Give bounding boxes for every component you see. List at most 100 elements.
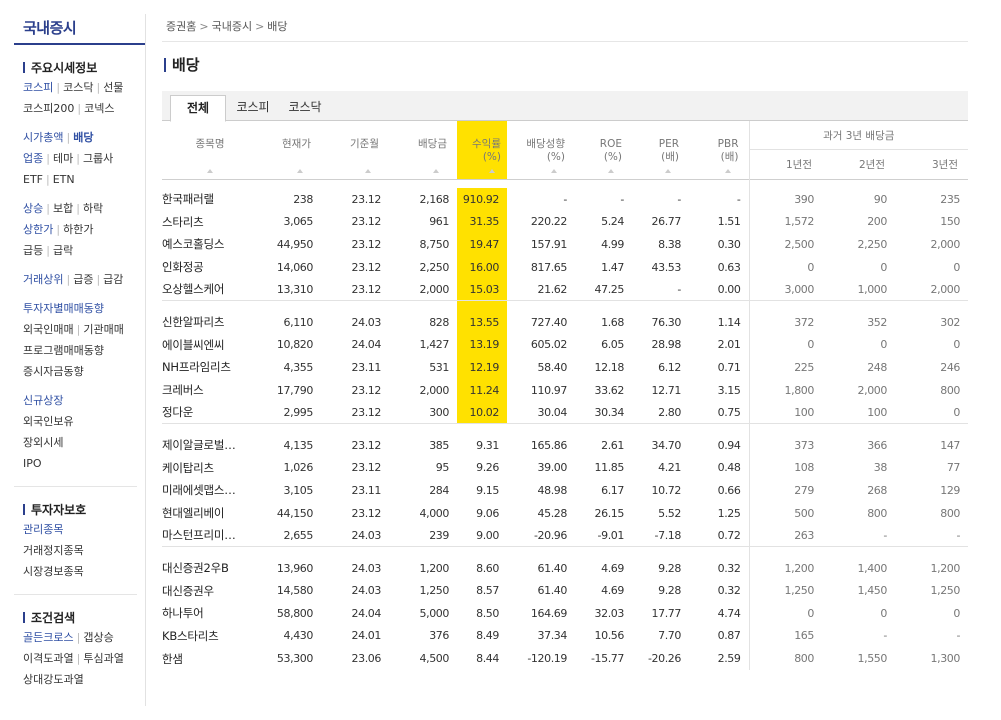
stock-name-link[interactable]: 대신증권2우B: [162, 557, 258, 580]
sidebar-link[interactable]: 증시자금동향: [23, 365, 84, 378]
table-row[interactable]: 인화정공 14,060 23.12 2,250 16.00 817.65 1.47 43.53…: [162, 255, 968, 279]
col-header-base[interactable]: 기준월: [321, 121, 389, 179]
breadcrumb-market[interactable]: 국내증시: [212, 20, 252, 33]
col-header-yield[interactable]: 수익률 (%): [457, 121, 507, 179]
sidebar-link[interactable]: 상승: [23, 202, 43, 215]
tab-kosdaq[interactable]: 코스닥: [280, 95, 330, 121]
table-row[interactable]: 스타리츠 3,065 23.12 961 31.35 220.22 5.24 26.77 1.5…: [162, 210, 968, 234]
tab-all[interactable]: 전체: [170, 95, 226, 122]
stock-name-link[interactable]: 대신증권우: [162, 580, 258, 603]
sidebar-link[interactable]: 테마: [53, 152, 73, 165]
col-header-price[interactable]: 현재가: [258, 121, 321, 179]
sidebar-link[interactable]: 급감: [103, 273, 123, 286]
stock-name-link[interactable]: 예스코홀딩스: [162, 233, 258, 256]
sidebar-link[interactable]: 상대강도과열: [23, 673, 84, 686]
sidebar-link[interactable]: 하한가: [63, 223, 93, 236]
col-header-dividend[interactable]: 배당금: [389, 121, 457, 179]
sidebar-link[interactable]: 코스피200: [23, 102, 74, 115]
sort-arrow-icon[interactable]: [489, 168, 495, 173]
sort-arrow-icon[interactable]: [365, 168, 371, 173]
sort-arrow-icon[interactable]: [297, 168, 303, 173]
col-header-payout[interactable]: 배당성향 (%): [507, 121, 575, 179]
sidebar-link[interactable]: 이격도과열: [23, 652, 74, 665]
sidebar-link[interactable]: 관리종목: [23, 523, 63, 536]
table-row[interactable]: 에이블씨엔씨 10,820 24.04 1,427 13.19 605.02 6.05 28.…: [162, 333, 968, 357]
sidebar-link[interactable]: IPO: [23, 457, 42, 470]
table-row[interactable]: 케이탑리츠 1,026 23.12 95 9.26 39.00 11.85 4.21 0.48 1…: [162, 456, 968, 480]
table-row[interactable]: 예스코홀딩스 44,950 23.12 8,750 19.47 157.91 4.99 8.3…: [162, 233, 968, 256]
sidebar-link[interactable]: 급락: [53, 244, 73, 257]
sidebar-link[interactable]: 장외시세: [23, 436, 63, 449]
table-row[interactable]: KB스타리츠 4,430 24.01 376 8.49 37.34 10.56 7.70 0.8…: [162, 624, 968, 648]
breadcrumb-home[interactable]: 증권홈: [166, 20, 196, 33]
stock-name-link[interactable]: 하나투어: [162, 602, 258, 625]
breadcrumb-dividend[interactable]: 배당: [267, 20, 287, 33]
sidebar-link[interactable]: 상한가: [23, 223, 53, 236]
table-row[interactable]: 한국패러랠 238 23.12 2,168 910.92- - - -390 90 235: [162, 188, 968, 211]
col-header-name[interactable]: 종목명: [162, 121, 258, 179]
sidebar-link[interactable]: 급등: [23, 244, 43, 257]
table-row[interactable]: 마스턴프리미… 2,655 24.03 239 9.00 -20.96 -9.01 -7.18…: [162, 524, 968, 547]
stock-name-link[interactable]: 신한알파리츠: [162, 311, 258, 334]
table-row[interactable]: 크레버스 17,790 23.12 2,000 11.24 110.97 33.62 12.7…: [162, 378, 968, 402]
table-row[interactable]: 대신증권2우B 13,960 24.03 1,200 8.60 61.40 4.69 9.28…: [162, 556, 968, 580]
table-row[interactable]: 제이알글로벌… 4,135 23.12 385 9.31 165.86 2.61 34.70 0…: [162, 433, 968, 457]
stock-name-link[interactable]: 크레버스: [162, 379, 258, 402]
sort-arrow-icon[interactable]: [207, 168, 213, 173]
sidebar-link[interactable]: 외국인보유: [23, 415, 74, 428]
sidebar-link[interactable]: 코넥스: [84, 102, 114, 115]
table-row[interactable]: 오상헬스케어 13,310 23.12 2,000 15.03 21.62 47.25 - 0.…: [162, 278, 968, 301]
sort-arrow-icon[interactable]: [551, 168, 557, 173]
table-row[interactable]: NH프라임리츠 4,355 23.11 531 12.19 58.40 12.18 6.12 0…: [162, 356, 968, 379]
stock-name-link[interactable]: 제이알글로벌…: [162, 434, 258, 457]
sidebar-link[interactable]: 거래정지종목: [23, 544, 84, 557]
sidebar-link[interactable]: 프로그램매매동향: [23, 344, 104, 357]
sidebar-link[interactable]: ETF: [23, 173, 43, 186]
sidebar-link[interactable]: 코스피: [23, 81, 53, 94]
stock-name-link[interactable]: 케이탑리츠: [162, 457, 258, 480]
stock-name-link[interactable]: 정다운: [162, 401, 258, 424]
table-row[interactable]: 현대엘리베이 44,150 23.12 4,000 9.06 45.28 26.15 5.52…: [162, 501, 968, 525]
table-row[interactable]: 미래에셋맵스… 3,105 23.11 284 9.15 48.98 6.17 10.72 0.…: [162, 479, 968, 502]
col-header-per[interactable]: PER (배): [632, 121, 689, 179]
sidebar-link[interactable]: 투심과열: [83, 652, 123, 665]
stock-name-link[interactable]: 에이블씨엔씨: [162, 334, 258, 357]
sidebar-link[interactable]: 투자자별매매동향: [23, 302, 104, 315]
sort-arrow-icon[interactable]: [433, 168, 439, 173]
sidebar-link[interactable]: 코스닥: [63, 81, 93, 94]
stock-name-link[interactable]: 스타리츠: [162, 211, 258, 234]
sort-arrow-icon[interactable]: [665, 168, 671, 173]
sidebar-link[interactable]: 외국인매매: [23, 323, 74, 336]
stock-name-link[interactable]: 마스턴프리미…: [162, 524, 258, 547]
sort-arrow-icon[interactable]: [608, 168, 614, 173]
table-row[interactable]: 정다운 2,995 23.12 300 10.02 30.04 30.34 2.80 0.75 1…: [162, 401, 968, 424]
table-row[interactable]: 한샘 53,300 23.06 4,500 8.44 -120.19 -15.77 -20.2…: [162, 647, 968, 670]
stock-name-link[interactable]: 현대엘리베이: [162, 502, 258, 525]
sidebar-link[interactable]: 기관매매: [83, 323, 123, 336]
sidebar-link[interactable]: 시가총액: [23, 131, 63, 144]
stock-name-link[interactable]: 한샘: [162, 647, 258, 670]
tab-kospi[interactable]: 코스피: [228, 95, 278, 121]
table-row[interactable]: 하나투어 58,800 24.04 5,000 8.50 164.69 32.03 17.77…: [162, 602, 968, 625]
table-row[interactable]: 대신증권우 14,580 24.03 1,250 8.57 61.40 4.69 9.28 0.…: [162, 579, 968, 603]
sidebar-link[interactable]: 시장경보종목: [23, 565, 84, 578]
sidebar-link[interactable]: 보합: [53, 202, 73, 215]
sort-arrow-icon[interactable]: [724, 168, 731, 173]
col-header-pbr[interactable]: PBR (배): [689, 121, 749, 179]
table-row[interactable]: 신한알파리츠 6,110 24.03 828 13.55 727.40 1.68 76.30 1…: [162, 310, 968, 334]
sidebar-link[interactable]: ETN: [53, 173, 75, 186]
sidebar-link[interactable]: 갭상승: [83, 631, 113, 644]
sidebar-link[interactable]: 거래상위: [23, 273, 63, 286]
stock-name-link[interactable]: KB스타리츠: [162, 625, 258, 648]
sidebar-link[interactable]: 배당: [73, 131, 93, 144]
sidebar-link[interactable]: 신규상장: [23, 394, 63, 407]
stock-name-link[interactable]: 오상헬스케어: [162, 278, 258, 301]
sidebar-link[interactable]: 그룹사: [83, 152, 113, 165]
col-header-roe[interactable]: ROE (%): [575, 121, 632, 179]
stock-name-link[interactable]: NH프라임리츠: [162, 356, 258, 379]
sidebar-link[interactable]: 급증: [73, 273, 93, 286]
stock-name-link[interactable]: 한국패러랠: [162, 188, 258, 211]
sidebar-link[interactable]: 업종: [23, 152, 43, 165]
stock-name-link[interactable]: 미래에셋맵스…: [162, 479, 258, 502]
sidebar-link[interactable]: 골든크로스: [23, 631, 74, 644]
